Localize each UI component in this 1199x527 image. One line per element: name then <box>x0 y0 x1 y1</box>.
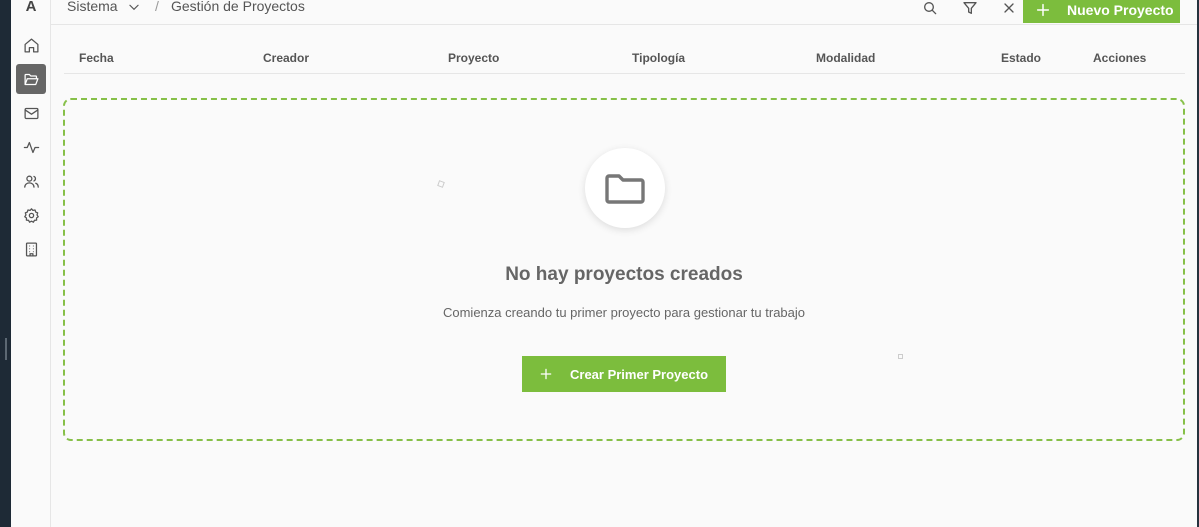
empty-state-illustration <box>585 148 665 228</box>
close-icon <box>1004 3 1014 13</box>
plus-icon <box>540 368 552 380</box>
sidebar: A <box>11 0 51 527</box>
new-project-button[interactable]: Nuevo Proyecto <box>1023 0 1180 23</box>
home-icon <box>23 37 39 53</box>
new-project-label: Nuevo Proyecto <box>1067 1 1174 18</box>
empty-state-subtitle: Comienza creando tu primer proyecto para… <box>442 305 806 320</box>
search-icon <box>924 2 937 15</box>
sidebar-item-users[interactable] <box>16 166 46 196</box>
filter-button[interactable] <box>961 0 979 17</box>
empty-state-panel: No hay proyectos creados Comienza creand… <box>63 98 1185 441</box>
create-first-project-label: Crear Primer Proyecto <box>570 366 709 382</box>
decorative-sparkle <box>437 180 445 188</box>
decorative-sparkle <box>898 354 903 359</box>
sidebar-item-projects[interactable] <box>16 64 46 94</box>
breadcrumb-root[interactable]: Sistema <box>67 0 118 14</box>
sidebar-item-activity[interactable] <box>16 132 46 162</box>
folder-open-icon <box>23 73 39 85</box>
clear-button[interactable] <box>1000 0 1018 17</box>
column-header-proyecto[interactable]: Proyecto <box>448 51 499 65</box>
sidebar-item-mail[interactable] <box>16 98 46 128</box>
column-header-creador[interactable]: Creador <box>263 51 309 65</box>
column-header-modalidad[interactable]: Modalidad <box>816 51 875 65</box>
resize-grip[interactable] <box>5 338 7 360</box>
column-header-estado[interactable]: Estado <box>1001 51 1041 65</box>
app-window: A Sistema / Gestión de Proyectos Nuevo P… <box>11 0 1197 527</box>
app-logo[interactable]: A <box>11 0 51 18</box>
search-button[interactable] <box>921 0 939 17</box>
column-header-tipologia[interactable]: Tipología <box>632 51 685 65</box>
activity-icon <box>23 141 39 153</box>
top-bar: Sistema / Gestión de Proyectos Nuevo Pro… <box>51 0 1197 25</box>
window-edge-left <box>0 0 11 527</box>
sidebar-item-settings[interactable] <box>16 200 46 230</box>
users-icon <box>23 175 39 188</box>
sidebar-item-home[interactable] <box>16 30 46 60</box>
empty-state-title: No hay proyectos creados <box>505 264 743 285</box>
table-header: Fecha Creador Proyecto Tipología Modalid… <box>64 40 1185 74</box>
building-icon <box>25 241 37 257</box>
mail-icon <box>23 107 39 119</box>
chevron-down-icon[interactable] <box>127 0 141 14</box>
column-header-acciones: Acciones <box>1093 51 1147 65</box>
plus-icon <box>1036 3 1050 16</box>
column-header-fecha[interactable]: Fecha <box>79 51 114 65</box>
create-first-project-button[interactable]: Crear Primer Proyecto <box>522 356 726 392</box>
breadcrumb-current-page: Gestión de Proyectos <box>171 0 305 14</box>
breadcrumb-separator: / <box>155 0 159 14</box>
folder-icon <box>605 174 645 204</box>
settings-icon <box>23 207 39 223</box>
sidebar-item-building[interactable] <box>16 234 46 264</box>
filter-icon <box>963 2 977 14</box>
